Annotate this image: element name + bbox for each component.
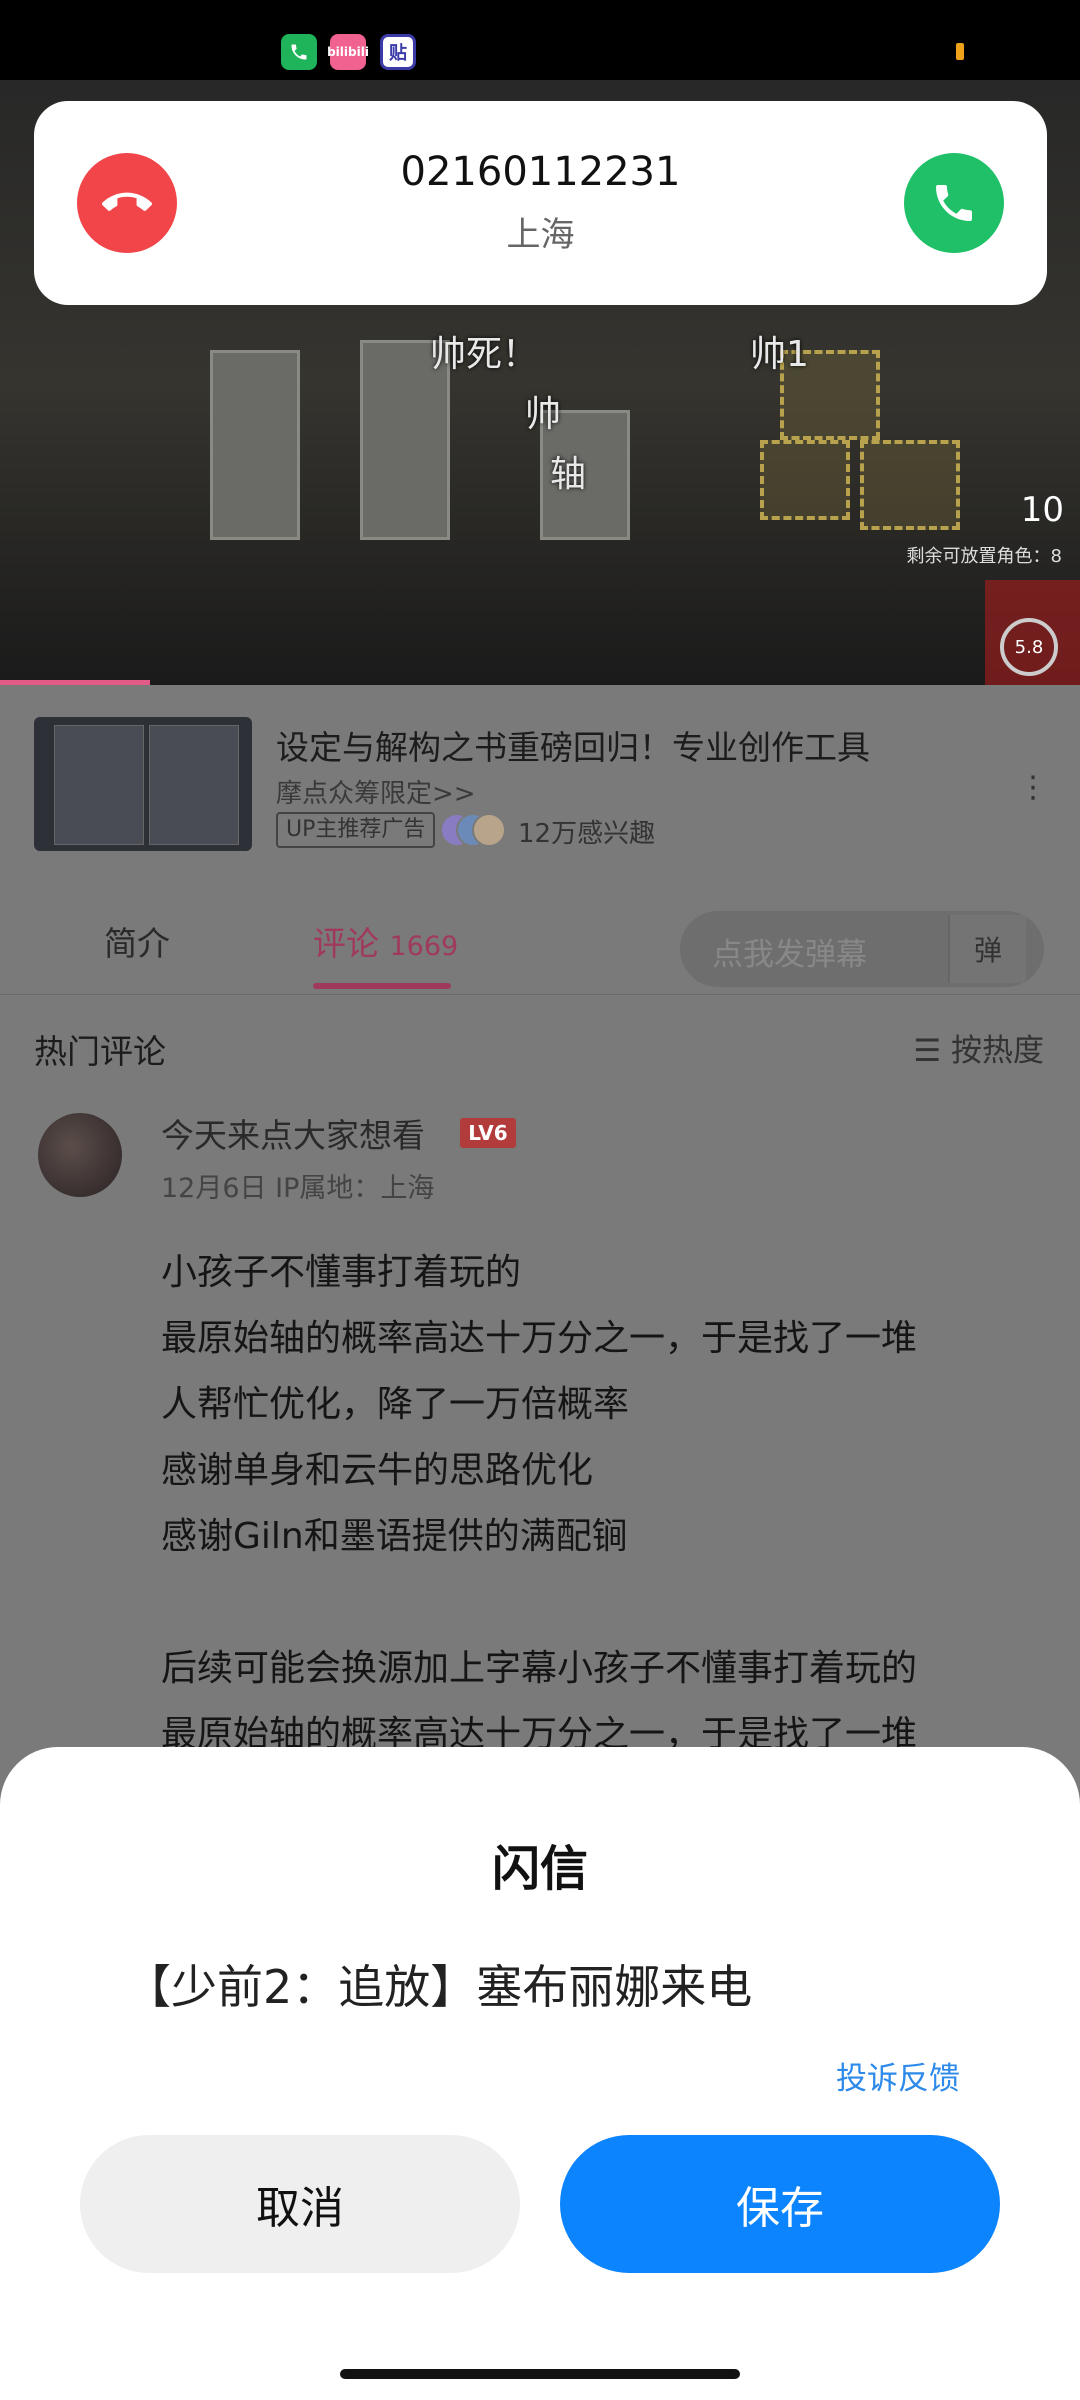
- danmaku-text: 帅死！: [430, 334, 539, 375]
- bilibili-app-icon: bilibili: [327, 34, 369, 70]
- ad-interest-count: 12万感兴趣: [518, 819, 656, 849]
- tab-comments-label: 评论: [313, 924, 379, 963]
- skill-timer: 5.8: [1000, 618, 1058, 676]
- caller-location: 上海: [506, 215, 575, 255]
- deploy-count: 10: [1020, 490, 1064, 530]
- home-indicator[interactable]: [340, 2369, 740, 2379]
- danmaku-text: 轴: [550, 454, 587, 495]
- report-feedback-link[interactable]: 投诉反馈: [836, 2053, 960, 2098]
- flash-message-dialog: 闪信 【少前2：追放】塞布丽娜来电 投诉反馈 取消 保存: [0, 1747, 1080, 2400]
- phone-icon: [936, 185, 972, 221]
- phone-app-icon: [281, 34, 317, 70]
- comment-line: 后续可能会换源加上字幕小孩子不懂事打着玩的: [161, 1648, 918, 1689]
- dialog-message: 【少前2：追放】塞布丽娜来电: [125, 1960, 753, 2014]
- danmaku-input[interactable]: 点我发弹幕 弹: [680, 911, 1044, 987]
- tab-intro[interactable]: 简介: [104, 917, 170, 965]
- book-image: [149, 725, 239, 845]
- ad-avatars: [440, 813, 508, 849]
- status-bar: bilibili 贴: [0, 0, 1080, 80]
- hot-comments-title: 热门评论: [34, 1032, 166, 1071]
- ad-title[interactable]: 设定与解构之书重磅回归！专业创作工具: [276, 721, 870, 769]
- sort-label: 按热度: [951, 1033, 1044, 1069]
- game-tile: [210, 350, 300, 540]
- tieba-app-icon: 贴: [380, 34, 416, 70]
- game-deploy-tile: [860, 440, 960, 530]
- danmaku-toggle-button[interactable]: 弹: [948, 915, 1026, 983]
- danmaku-text: 帅1: [750, 334, 809, 375]
- avatar: [472, 813, 506, 847]
- comment-line: 感谢单身和云牛的思路优化: [161, 1450, 594, 1491]
- comment-line: 感谢Giln和墨语提供的满配锏: [161, 1516, 628, 1557]
- ad-subtitle[interactable]: 摩点众筹限定>>: [276, 773, 476, 810]
- tab-active-indicator: [313, 983, 451, 989]
- caller-number: 02160112231: [400, 149, 681, 195]
- comment-line: 小孩子不懂事打着玩的: [161, 1252, 522, 1293]
- dialog-title: 闪信: [491, 1841, 588, 1897]
- sort-button[interactable]: ☰ 按热度: [913, 1025, 1044, 1070]
- deploy-remaining-label: 剩余可放置角色：8: [906, 546, 1062, 567]
- accept-call-button[interactable]: [904, 153, 1004, 253]
- game-deploy-tile: [760, 440, 850, 520]
- more-options-icon[interactable]: ⋮: [1018, 770, 1048, 805]
- comment-body: 小孩子不懂事打着玩的 最原始轴的概率高达十万分之一，于是找了一堆 人帮忙优化，降…: [161, 1240, 1041, 1768]
- ad-thumbnail[interactable]: [34, 717, 252, 851]
- comment-username[interactable]: 今天来点大家想看: [161, 1109, 425, 1157]
- save-button[interactable]: 保存: [560, 2135, 1000, 2273]
- level-badge: LV6: [460, 1118, 516, 1148]
- danmaku-text: 帅: [525, 394, 562, 435]
- ad-badge: UP主推荐广告: [276, 812, 436, 848]
- tab-comments[interactable]: 评论 1669: [313, 917, 458, 965]
- comment-line: [161, 1570, 1041, 1636]
- comment-line: 最原始轴的概率高达十万分之一，于是找了一堆: [161, 1318, 918, 1359]
- battery-icon: [956, 43, 964, 60]
- detail-tabs: 简介 评论 1669 点我发弹幕 弹: [0, 883, 1080, 995]
- avatar[interactable]: [38, 1113, 122, 1197]
- sort-icon: ☰: [913, 1033, 951, 1069]
- comment-line: 人帮忙优化，降了一万倍概率: [161, 1384, 630, 1425]
- book-image: [54, 725, 144, 845]
- cancel-button[interactable]: 取消: [80, 2135, 520, 2273]
- incoming-call-card[interactable]: 02160112231 上海: [34, 101, 1047, 305]
- comment-count: 1669: [389, 931, 459, 962]
- danmaku-placeholder: 点我发弹幕: [712, 937, 867, 973]
- comment-meta: 12月6日 IP属地：上海: [161, 1173, 435, 1204]
